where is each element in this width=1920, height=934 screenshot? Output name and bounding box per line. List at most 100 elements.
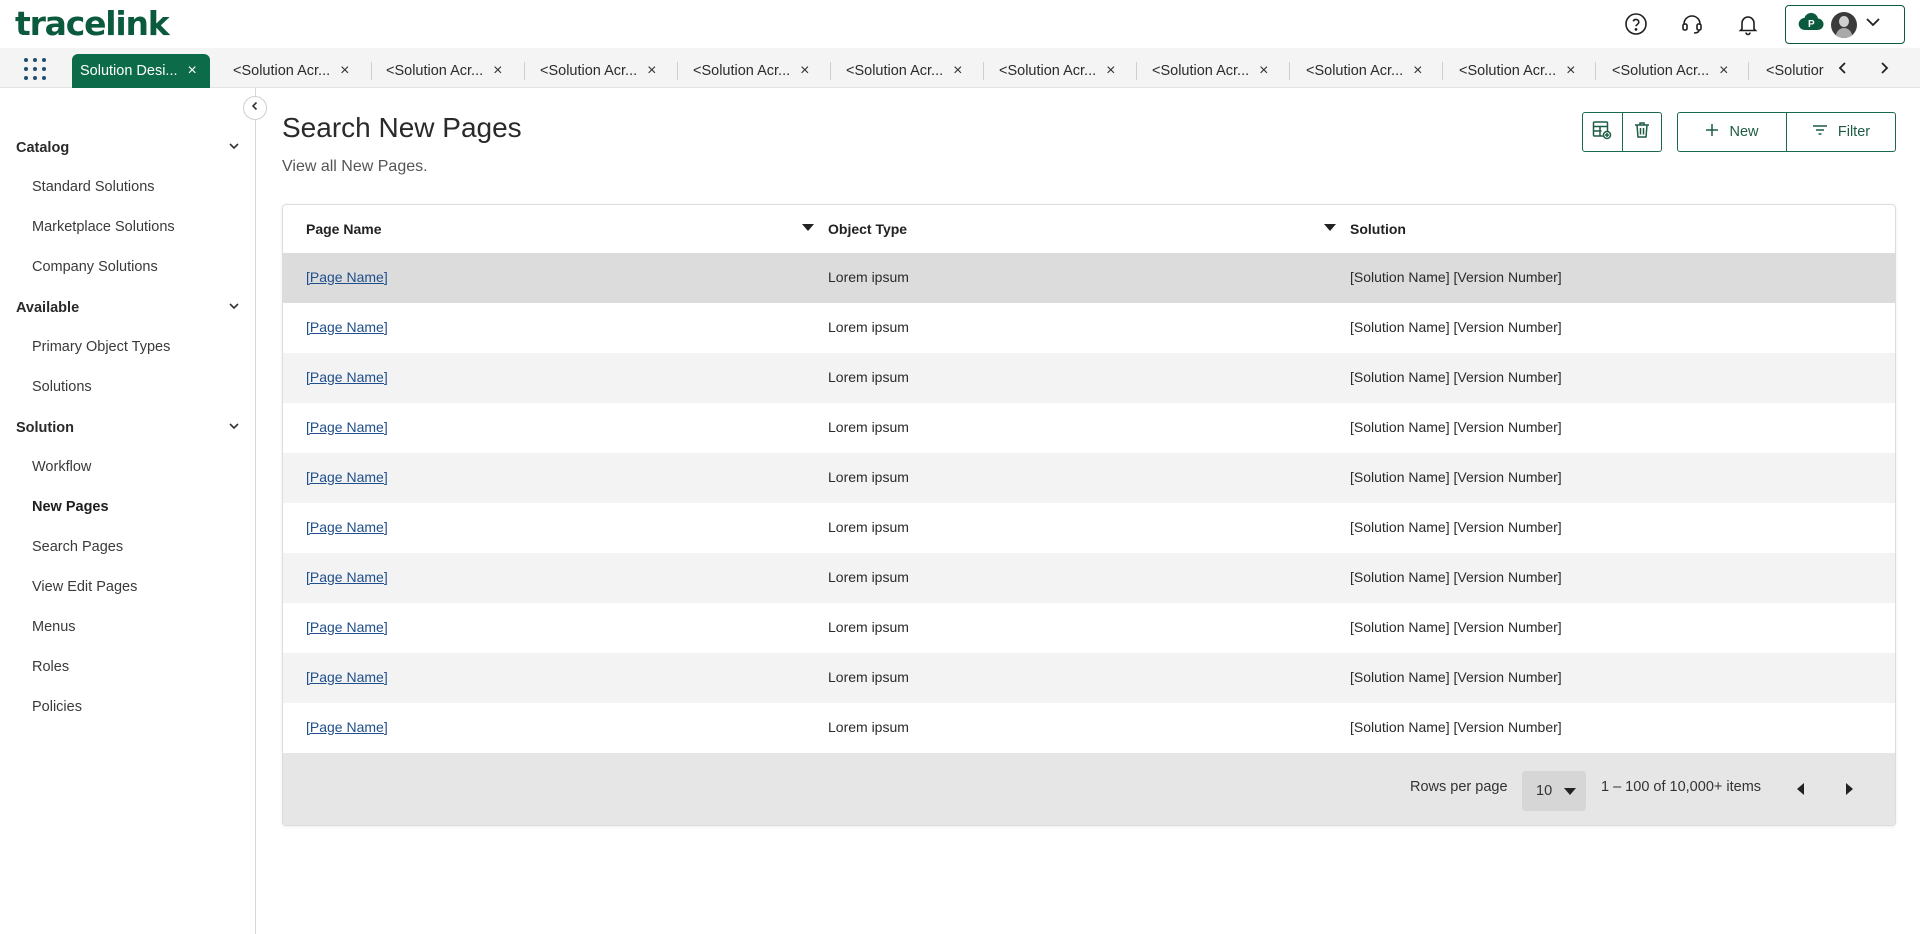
account-menu-button[interactable]: P bbox=[1785, 5, 1905, 44]
table-row[interactable]: [Page Name] Lorem ipsum [Solution Name] … bbox=[283, 703, 1895, 753]
tracelink-logo[interactable]: tracelink bbox=[15, 4, 170, 44]
tab-scroll-left-icon[interactable] bbox=[1833, 58, 1853, 78]
tab-solution-9[interactable]: <Solution Acr... × bbox=[1459, 54, 1575, 88]
previous-page-button[interactable] bbox=[1790, 779, 1810, 799]
table-row[interactable]: [Page Name] Lorem ipsum [Solution Name] … bbox=[283, 653, 1895, 703]
sidebar-item-search-pages[interactable]: Search Pages bbox=[32, 539, 123, 555]
tab-solution-5[interactable]: <Solution Acr... × bbox=[846, 54, 962, 88]
table-row[interactable]: [Page Name] Lorem ipsum [Solution Name] … bbox=[283, 453, 1895, 503]
page-name-link[interactable]: [Page Name] bbox=[306, 719, 388, 735]
rows-per-page-label: Rows per page bbox=[1410, 779, 1508, 795]
filter-button[interactable]: Filter bbox=[1786, 113, 1895, 151]
page-name-link[interactable]: [Page Name] bbox=[306, 369, 388, 385]
tab-solution-3[interactable]: <Solution Acr... × bbox=[540, 54, 656, 88]
page-name-link[interactable]: [Page Name] bbox=[306, 469, 388, 485]
page-name-link[interactable]: [Page Name] bbox=[306, 569, 388, 585]
tab-solution-10[interactable]: <Solution Acr... × bbox=[1612, 54, 1728, 88]
page-name-link[interactable]: [Page Name] bbox=[306, 619, 388, 635]
plus-icon bbox=[1705, 123, 1719, 141]
tab-solution-1[interactable]: <Solution Acr... × bbox=[233, 54, 349, 88]
tab-divider bbox=[371, 62, 372, 80]
new-button[interactable]: New bbox=[1678, 113, 1786, 151]
sidebar-item-standard-solutions[interactable]: Standard Solutions bbox=[32, 179, 155, 195]
table-row[interactable]: [Page Name] Lorem ipsum [Solution Name] … bbox=[283, 353, 1895, 403]
sidebar-item-marketplace-solutions[interactable]: Marketplace Solutions bbox=[32, 219, 175, 235]
close-icon[interactable]: × bbox=[800, 63, 809, 79]
table-settings-button[interactable] bbox=[1583, 113, 1622, 151]
page-name-link[interactable]: [Page Name] bbox=[306, 419, 388, 435]
sidebar-item-workflow[interactable]: Workflow bbox=[32, 459, 91, 475]
pages-table: Page Name Object Type Solution [Page Nam… bbox=[282, 204, 1896, 826]
sidebar-section-catalog[interactable]: Catalog bbox=[16, 138, 241, 158]
object-type-cell: Lorem ipsum bbox=[828, 569, 909, 585]
app-launcher-grid-icon[interactable] bbox=[22, 56, 48, 82]
close-icon[interactable]: × bbox=[188, 63, 197, 79]
close-icon[interactable]: × bbox=[647, 63, 656, 79]
close-icon[interactable]: × bbox=[1259, 63, 1268, 79]
column-header-page-name[interactable]: Page Name bbox=[306, 221, 381, 237]
sidebar-item-view-edit-pages[interactable]: View Edit Pages bbox=[32, 579, 137, 595]
page-name-link[interactable]: [Page Name] bbox=[306, 519, 388, 535]
sidebar-item-roles[interactable]: Roles bbox=[32, 659, 69, 675]
object-type-cell: Lorem ipsum bbox=[828, 369, 909, 385]
table-row[interactable]: [Page Name] Lorem ipsum [Solution Name] … bbox=[283, 503, 1895, 553]
sidebar-section-available[interactable]: Available bbox=[16, 298, 241, 318]
sidebar-section-solution[interactable]: Solution bbox=[16, 418, 241, 438]
tab-label: <Solution Acr... bbox=[693, 63, 791, 79]
help-icon[interactable] bbox=[1622, 10, 1650, 38]
tab-solution-11[interactable]: <Solutior bbox=[1766, 54, 1824, 88]
table-row[interactable]: [Page Name] Lorem ipsum [Solution Name] … bbox=[283, 253, 1895, 303]
object-type-cell: Lorem ipsum bbox=[828, 519, 909, 535]
support-headset-icon[interactable] bbox=[1678, 10, 1706, 38]
sort-dropdown-icon[interactable] bbox=[1324, 224, 1336, 231]
table-row[interactable]: [Page Name] Lorem ipsum [Solution Name] … bbox=[283, 403, 1895, 453]
page-name-link[interactable]: [Page Name] bbox=[306, 669, 388, 685]
next-page-button[interactable] bbox=[1839, 779, 1859, 799]
tab-divider bbox=[830, 62, 831, 80]
tab-solution-7[interactable]: <Solution Acr... × bbox=[1152, 54, 1268, 88]
column-header-solution[interactable]: Solution bbox=[1350, 221, 1406, 237]
tab-solution-4[interactable]: <Solution Acr... × bbox=[693, 54, 809, 88]
table-row[interactable]: [Page Name] Lorem ipsum [Solution Name] … bbox=[283, 603, 1895, 653]
pagination-range: 1 – 100 of 10,000+ items bbox=[1601, 779, 1762, 795]
sidebar-item-solutions[interactable]: Solutions bbox=[32, 379, 92, 395]
sidebar-item-policies[interactable]: Policies bbox=[32, 699, 82, 715]
page-name-link[interactable]: [Page Name] bbox=[306, 319, 388, 335]
close-icon[interactable]: × bbox=[1719, 63, 1728, 79]
tab-solution-6[interactable]: <Solution Acr... × bbox=[999, 54, 1115, 88]
sidebar-collapse-button[interactable] bbox=[243, 96, 267, 120]
sidebar-item-company-solutions[interactable]: Company Solutions bbox=[32, 259, 158, 275]
tab-label: <Solution Acr... bbox=[233, 63, 331, 79]
tab-solution-8[interactable]: <Solution Acr... × bbox=[1306, 54, 1422, 88]
rows-per-page-select[interactable]: 10 bbox=[1522, 771, 1586, 811]
close-icon[interactable]: × bbox=[493, 63, 502, 79]
solution-cell: [Solution Name] [Version Number] bbox=[1350, 619, 1562, 635]
column-header-object-type[interactable]: Object Type bbox=[828, 221, 907, 237]
solution-cell: [Solution Name] [Version Number] bbox=[1350, 669, 1562, 685]
tab-scroll-right-icon[interactable] bbox=[1874, 58, 1894, 78]
tab-solution-designer[interactable]: Solution Desi... × bbox=[72, 54, 210, 88]
sidebar-item-primary-object-types[interactable]: Primary Object Types bbox=[32, 339, 170, 355]
delete-button[interactable] bbox=[1621, 113, 1662, 151]
notification-bell-icon[interactable] bbox=[1734, 10, 1762, 38]
sort-dropdown-icon[interactable] bbox=[802, 224, 814, 231]
tab-divider bbox=[1748, 62, 1749, 80]
table-row[interactable]: [Page Name] Lorem ipsum [Solution Name] … bbox=[283, 553, 1895, 603]
close-icon[interactable]: × bbox=[1413, 63, 1422, 79]
close-icon[interactable]: × bbox=[1106, 63, 1115, 79]
tab-label: Solution Desi... bbox=[80, 63, 178, 79]
tab-divider bbox=[1289, 62, 1290, 80]
close-icon[interactable]: × bbox=[953, 63, 962, 79]
tab-solution-2[interactable]: <Solution Acr... × bbox=[386, 54, 502, 88]
sidebar-item-menus[interactable]: Menus bbox=[32, 619, 76, 635]
sidebar-item-new-pages[interactable]: New Pages bbox=[32, 499, 109, 515]
close-icon[interactable]: × bbox=[1566, 63, 1575, 79]
sidebar-section-title: Catalog bbox=[16, 140, 70, 156]
page-name-link[interactable]: [Page Name] bbox=[306, 269, 388, 285]
table-row[interactable]: [Page Name] Lorem ipsum [Solution Name] … bbox=[283, 303, 1895, 353]
tab-divider bbox=[1136, 62, 1137, 80]
tab-label: <Solutior bbox=[1766, 63, 1824, 79]
object-type-cell: Lorem ipsum bbox=[828, 619, 909, 635]
close-icon[interactable]: × bbox=[340, 63, 349, 79]
solution-cell: [Solution Name] [Version Number] bbox=[1350, 419, 1562, 435]
